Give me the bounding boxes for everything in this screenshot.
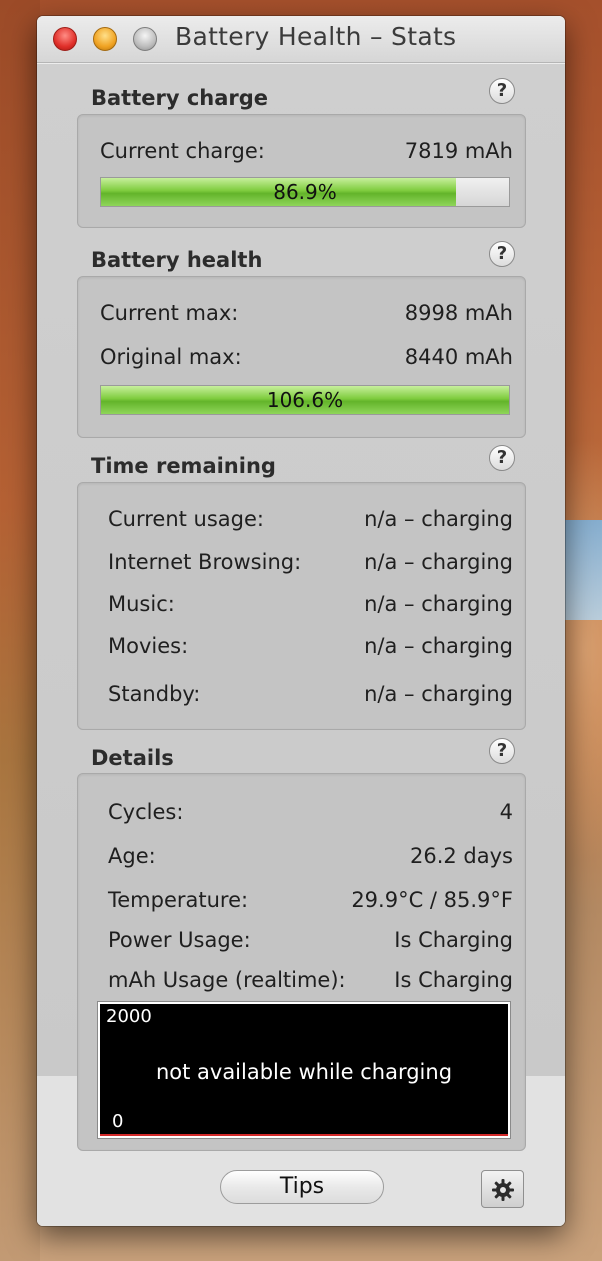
health-progress-bar: 106.6% — [100, 385, 510, 415]
time-row-value: n/a – charging — [364, 634, 513, 658]
health-percent-text: 106.6% — [266, 388, 344, 412]
charge-progress-bar: 86.9% — [100, 177, 510, 207]
window-title: Battery Health – Stats — [175, 22, 457, 51]
battery-health-window: Battery Health – Stats Battery charge ? … — [37, 16, 565, 1226]
battery-charge-help-button[interactable]: ? — [489, 78, 515, 104]
time-row-label: Internet Browsing: — [108, 550, 302, 574]
details-box: Cycles: 4 Age: 26.2 days Temperature: 29… — [77, 773, 526, 1151]
graph-unavailable-message: not available while charging — [155, 1060, 453, 1084]
current-charge-value: 7819 mAh — [404, 139, 513, 163]
time-row-value: n/a – charging — [364, 682, 513, 706]
desktop-background-sky — [562, 520, 602, 620]
battery-health-box: Current max: 8998 mAh Original max: 8440… — [77, 276, 526, 438]
desktop-background-left — [0, 0, 40, 1261]
detail-row-label: Temperature: — [108, 888, 249, 912]
detail-row-label: mAh Usage (realtime): — [108, 968, 346, 992]
gear-icon — [492, 1179, 514, 1201]
battery-charge-heading: Battery charge — [91, 86, 269, 110]
charge-percent-text: 86.9% — [273, 180, 337, 204]
original-max-label: Original max: — [100, 345, 242, 369]
detail-row-value: Is Charging — [394, 968, 513, 992]
zoom-window-button[interactable] — [133, 27, 157, 51]
current-max-value: 8998 mAh — [404, 301, 513, 325]
mah-usage-graph: 2000 not available while charging 0 — [97, 1001, 511, 1139]
time-remaining-heading: Time remaining — [91, 454, 276, 478]
minimize-window-button[interactable] — [93, 27, 117, 51]
details-help-button[interactable]: ? — [489, 738, 515, 764]
current-max-label: Current max: — [100, 301, 239, 325]
detail-row-label: Power Usage: — [108, 928, 251, 952]
detail-row-value: Is Charging — [394, 928, 513, 952]
time-row-value: n/a – charging — [364, 592, 513, 616]
battery-health-help-button[interactable]: ? — [489, 241, 515, 267]
current-charge-label: Current charge: — [100, 139, 265, 163]
time-row-label: Movies: — [108, 634, 189, 658]
settings-button[interactable] — [481, 1170, 524, 1208]
detail-row-value: 4 — [499, 800, 513, 824]
help-icon: ? — [496, 740, 508, 761]
title-bar[interactable]: Battery Health – Stats — [37, 16, 565, 63]
battery-charge-box: Current charge: 7819 mAh 86.9% — [77, 114, 526, 228]
graph-max-label: 2000 — [106, 1006, 152, 1027]
graph-baseline — [100, 1134, 508, 1136]
help-icon: ? — [496, 80, 508, 101]
time-remaining-help-button[interactable]: ? — [489, 445, 515, 471]
time-remaining-box: Current usage: n/a – charging Internet B… — [77, 482, 526, 730]
detail-row-value: 26.2 days — [409, 844, 513, 868]
help-icon: ? — [496, 243, 508, 264]
detail-row-label: Cycles: — [108, 800, 184, 824]
time-row-value: n/a – charging — [364, 550, 513, 574]
help-icon: ? — [496, 447, 508, 468]
details-heading: Details — [91, 746, 174, 770]
time-row-label: Standby: — [108, 682, 201, 706]
time-row-value: n/a – charging — [364, 507, 513, 531]
time-row-label: Music: — [108, 592, 175, 616]
detail-row-label: Age: — [108, 844, 156, 868]
detail-row-value: 29.9°C / 85.9°F — [351, 888, 513, 912]
time-row-label: Current usage: — [108, 507, 264, 531]
original-max-value: 8440 mAh — [404, 345, 513, 369]
close-window-button[interactable] — [53, 27, 77, 51]
graph-min-label: 0 — [112, 1111, 124, 1132]
battery-health-heading: Battery health — [91, 248, 263, 272]
tips-button[interactable]: Tips — [220, 1170, 384, 1204]
